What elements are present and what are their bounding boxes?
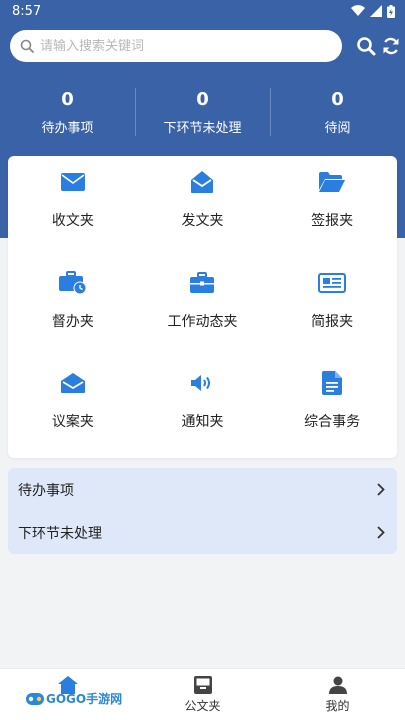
status-icons: [351, 4, 395, 18]
search-button[interactable]: [354, 34, 378, 58]
refresh-icon: [383, 37, 399, 55]
chevron-right-icon: [377, 526, 385, 539]
stat-label: 下环节未处理: [163, 120, 242, 136]
grid-label: 综合事务: [304, 414, 361, 431]
search-icon: [20, 39, 34, 53]
grid-label: 议案夹: [51, 414, 94, 431]
briefcase-icon: [188, 269, 216, 297]
grid-item-inbox[interactable]: 收文夹: [8, 156, 138, 257]
grid-item-proposal[interactable]: 议案夹: [8, 357, 138, 458]
watermark-text: GOGO手游网: [46, 692, 123, 706]
speaker-icon: [188, 369, 216, 397]
grid-item-sign-report[interactable]: 签报夹: [267, 156, 397, 257]
grid-label: 签报夹: [311, 213, 354, 229]
refresh-button[interactable]: [379, 34, 403, 58]
chevron-right-icon: [377, 483, 385, 496]
open-envelope-icon: [188, 168, 216, 196]
newspaper-icon: [318, 269, 347, 297]
mail-icon: [59, 168, 87, 196]
nav-documents[interactable]: 公文夹: [135, 669, 270, 720]
grid-item-notice[interactable]: 通知夹: [138, 357, 268, 458]
signal-icon: [370, 5, 382, 17]
search-bar[interactable]: [10, 30, 342, 62]
stat-todo[interactable]: 0 待办事项: [0, 84, 135, 140]
stat-count: 0: [331, 88, 344, 110]
status-bar: 8:57: [0, 0, 405, 22]
list-item-todo[interactable]: 待办事项: [8, 468, 397, 511]
grid-item-general-affairs[interactable]: 综合事务: [267, 357, 397, 458]
user-icon: [328, 676, 347, 694]
stat-label: 待阅: [324, 120, 351, 136]
watermark-logo: GOGO手游网: [26, 690, 122, 707]
grid-item-work-news[interactable]: 工作动态夹: [138, 257, 268, 358]
nav-label: 公文夹: [184, 699, 221, 713]
grid-label: 简报夹: [311, 313, 354, 330]
nav-label: 我的: [325, 699, 350, 713]
grid-item-supervise[interactable]: 督办夹: [8, 257, 138, 358]
wifi-icon: [351, 5, 365, 17]
nav-profile[interactable]: 我的: [270, 669, 405, 720]
stat-next-pending[interactable]: 0 下环节未处理: [135, 84, 270, 140]
battery-icon: [387, 4, 395, 18]
grid-label: 通知夹: [181, 414, 224, 431]
grid-label: 督办夹: [51, 313, 94, 330]
grid-item-outbox[interactable]: 发文夹: [138, 156, 268, 257]
stat-label: 待办事项: [41, 120, 94, 136]
grid-label: 收文夹: [51, 213, 94, 229]
stat-to-read[interactable]: 0 待阅: [270, 84, 405, 140]
folder-open-icon: [318, 168, 346, 196]
quick-list: 待办事项 下环节未处理: [8, 468, 397, 554]
grid-label: 工作动态夹: [167, 313, 238, 330]
list-item-label: 下环节未处理: [18, 525, 102, 542]
list-item-next-pending[interactable]: 下环节未处理: [8, 511, 397, 554]
stats-row: 0 待办事项 0 下环节未处理 0 待阅: [0, 84, 405, 140]
function-grid: 收文夹 发文夹 签报夹 督办夹 工作动态夹 简报夹 议案夹 通知夹 综合事务: [8, 156, 397, 458]
stat-count: 0: [196, 88, 209, 110]
gamepad-icon: [26, 692, 44, 705]
briefcase-clock-icon: [58, 269, 87, 297]
list-item-label: 待办事项: [18, 482, 74, 499]
document-icon: [318, 369, 346, 397]
status-time: 8:57: [12, 3, 42, 19]
stat-count: 0: [61, 88, 74, 110]
search-icon: [357, 37, 376, 56]
archive-icon: [193, 676, 212, 694]
envelope-icon: [59, 369, 87, 397]
grid-item-briefing[interactable]: 简报夹: [267, 257, 397, 358]
grid-label: 发文夹: [181, 213, 224, 229]
search-input[interactable]: [40, 38, 320, 54]
